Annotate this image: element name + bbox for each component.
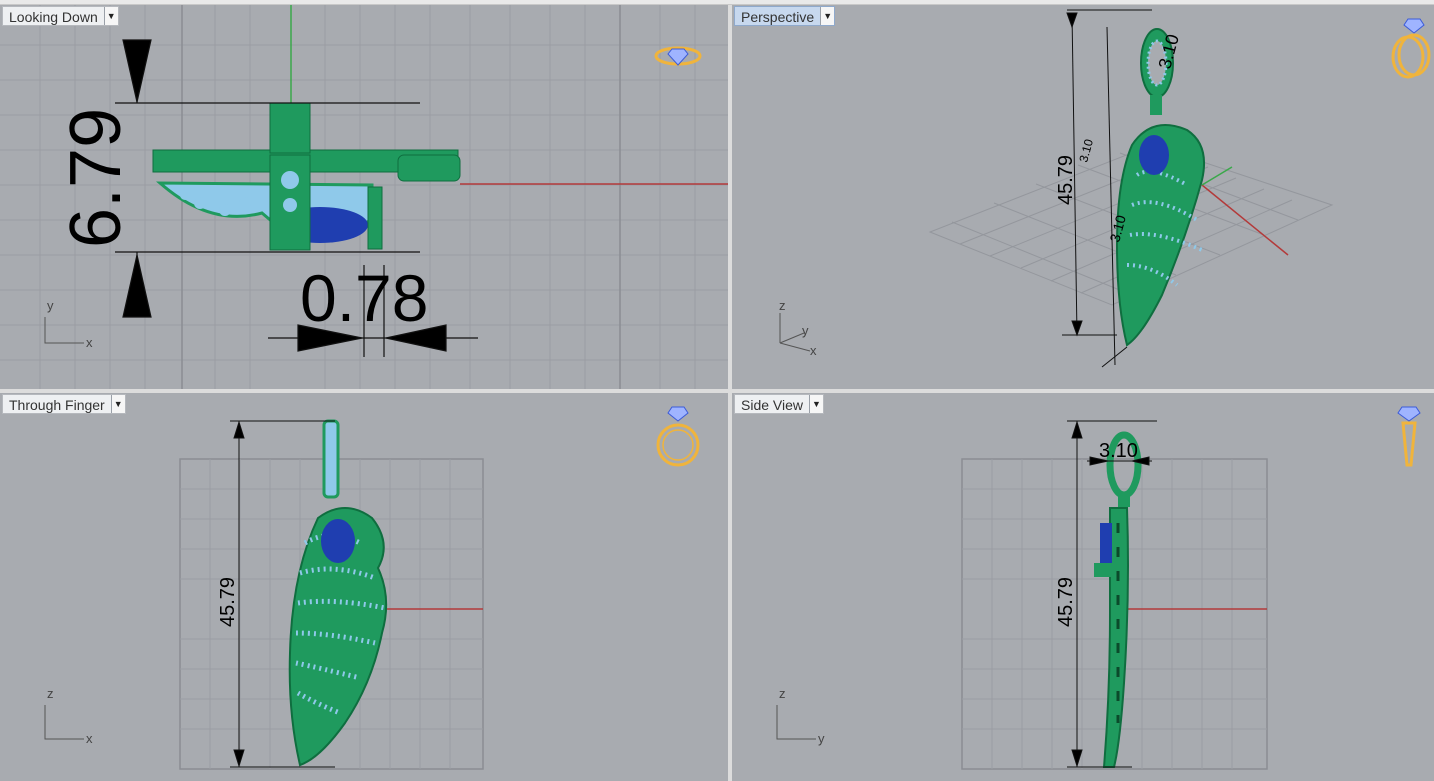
dim-height-label: 45.79 <box>217 577 239 627</box>
dim-height-label: 45.79 <box>1055 577 1077 627</box>
viewport-side-view[interactable]: 45.79 3.10 z y Side View ▼ <box>732 393 1434 781</box>
chevron-down-icon[interactable]: ▼ <box>103 7 118 25</box>
dim-width-label: 0.78 <box>300 261 428 335</box>
viewport-through-finger[interactable]: 45.79 z x Through Finger ▼ <box>0 393 728 781</box>
chevron-down-icon[interactable]: ▼ <box>809 395 824 413</box>
perspective-scene: 45.79 3.10 3.10 3.10 z y x <box>779 9 1334 368</box>
axis-label-z: z <box>47 686 54 701</box>
dim-height-label: 6.79 <box>56 108 136 248</box>
pendant-perspective <box>1115 28 1206 347</box>
pendant-side <box>1094 431 1142 768</box>
axis-label-x: x <box>86 731 93 746</box>
axis-label-z: z <box>779 298 786 313</box>
axis-label-y: y <box>47 298 54 313</box>
viewport-title-label: Looking Down <box>9 9 98 25</box>
y-axis-line <box>1201 166 1233 186</box>
viewport-perspective[interactable]: 45.79 3.10 3.10 3.10 z y x Perspective ▼ <box>732 5 1434 389</box>
pendant-top-view <box>152 102 461 251</box>
viewport-title-through-finger[interactable]: Through Finger ▼ <box>2 394 126 414</box>
viewport-title-label: Perspective <box>741 9 815 25</box>
axis-label-x: x <box>86 335 93 350</box>
viewport-title-looking-down[interactable]: Looking Down ▼ <box>2 6 119 26</box>
side-view-scene: 45.79 3.10 z y <box>776 420 1268 770</box>
axis-label-z: z <box>779 686 786 701</box>
axis-triad <box>44 317 84 344</box>
ring-side-icon[interactable] <box>1394 405 1424 471</box>
axis-triad <box>44 705 84 740</box>
viewport-title-label: Through Finger <box>9 397 105 413</box>
chevron-down-icon[interactable]: ▼ <box>820 7 835 25</box>
axis-label-y: y <box>802 323 809 338</box>
dim-height-label: 45.79 <box>1055 155 1077 205</box>
viewport-title-side-view[interactable]: Side View ▼ <box>734 394 825 414</box>
chevron-down-icon[interactable]: ▼ <box>110 395 125 413</box>
viewport-title-perspective[interactable]: Perspective ▼ <box>734 6 836 26</box>
looking-down-scene: 6.79 0.78 y x <box>0 5 728 389</box>
ring-top-icon[interactable] <box>652 41 704 71</box>
through-finger-scene: 45.79 z x <box>44 419 484 770</box>
axis-label-x: x <box>810 343 817 358</box>
dim-side-label: 3.10 <box>1076 137 1096 163</box>
axis-label-y: y <box>818 731 825 746</box>
viewport-looking-down[interactable]: 6.79 0.78 y x Looking Down ▼ <box>0 5 728 389</box>
ring-front-icon[interactable] <box>652 405 704 471</box>
ring-perspective-icon[interactable] <box>1388 15 1434 81</box>
viewport-title-label: Side View <box>741 397 804 413</box>
pendant-front <box>288 419 388 767</box>
axis-triad <box>776 705 816 740</box>
dim-top-label: 3.10 <box>1099 440 1138 462</box>
